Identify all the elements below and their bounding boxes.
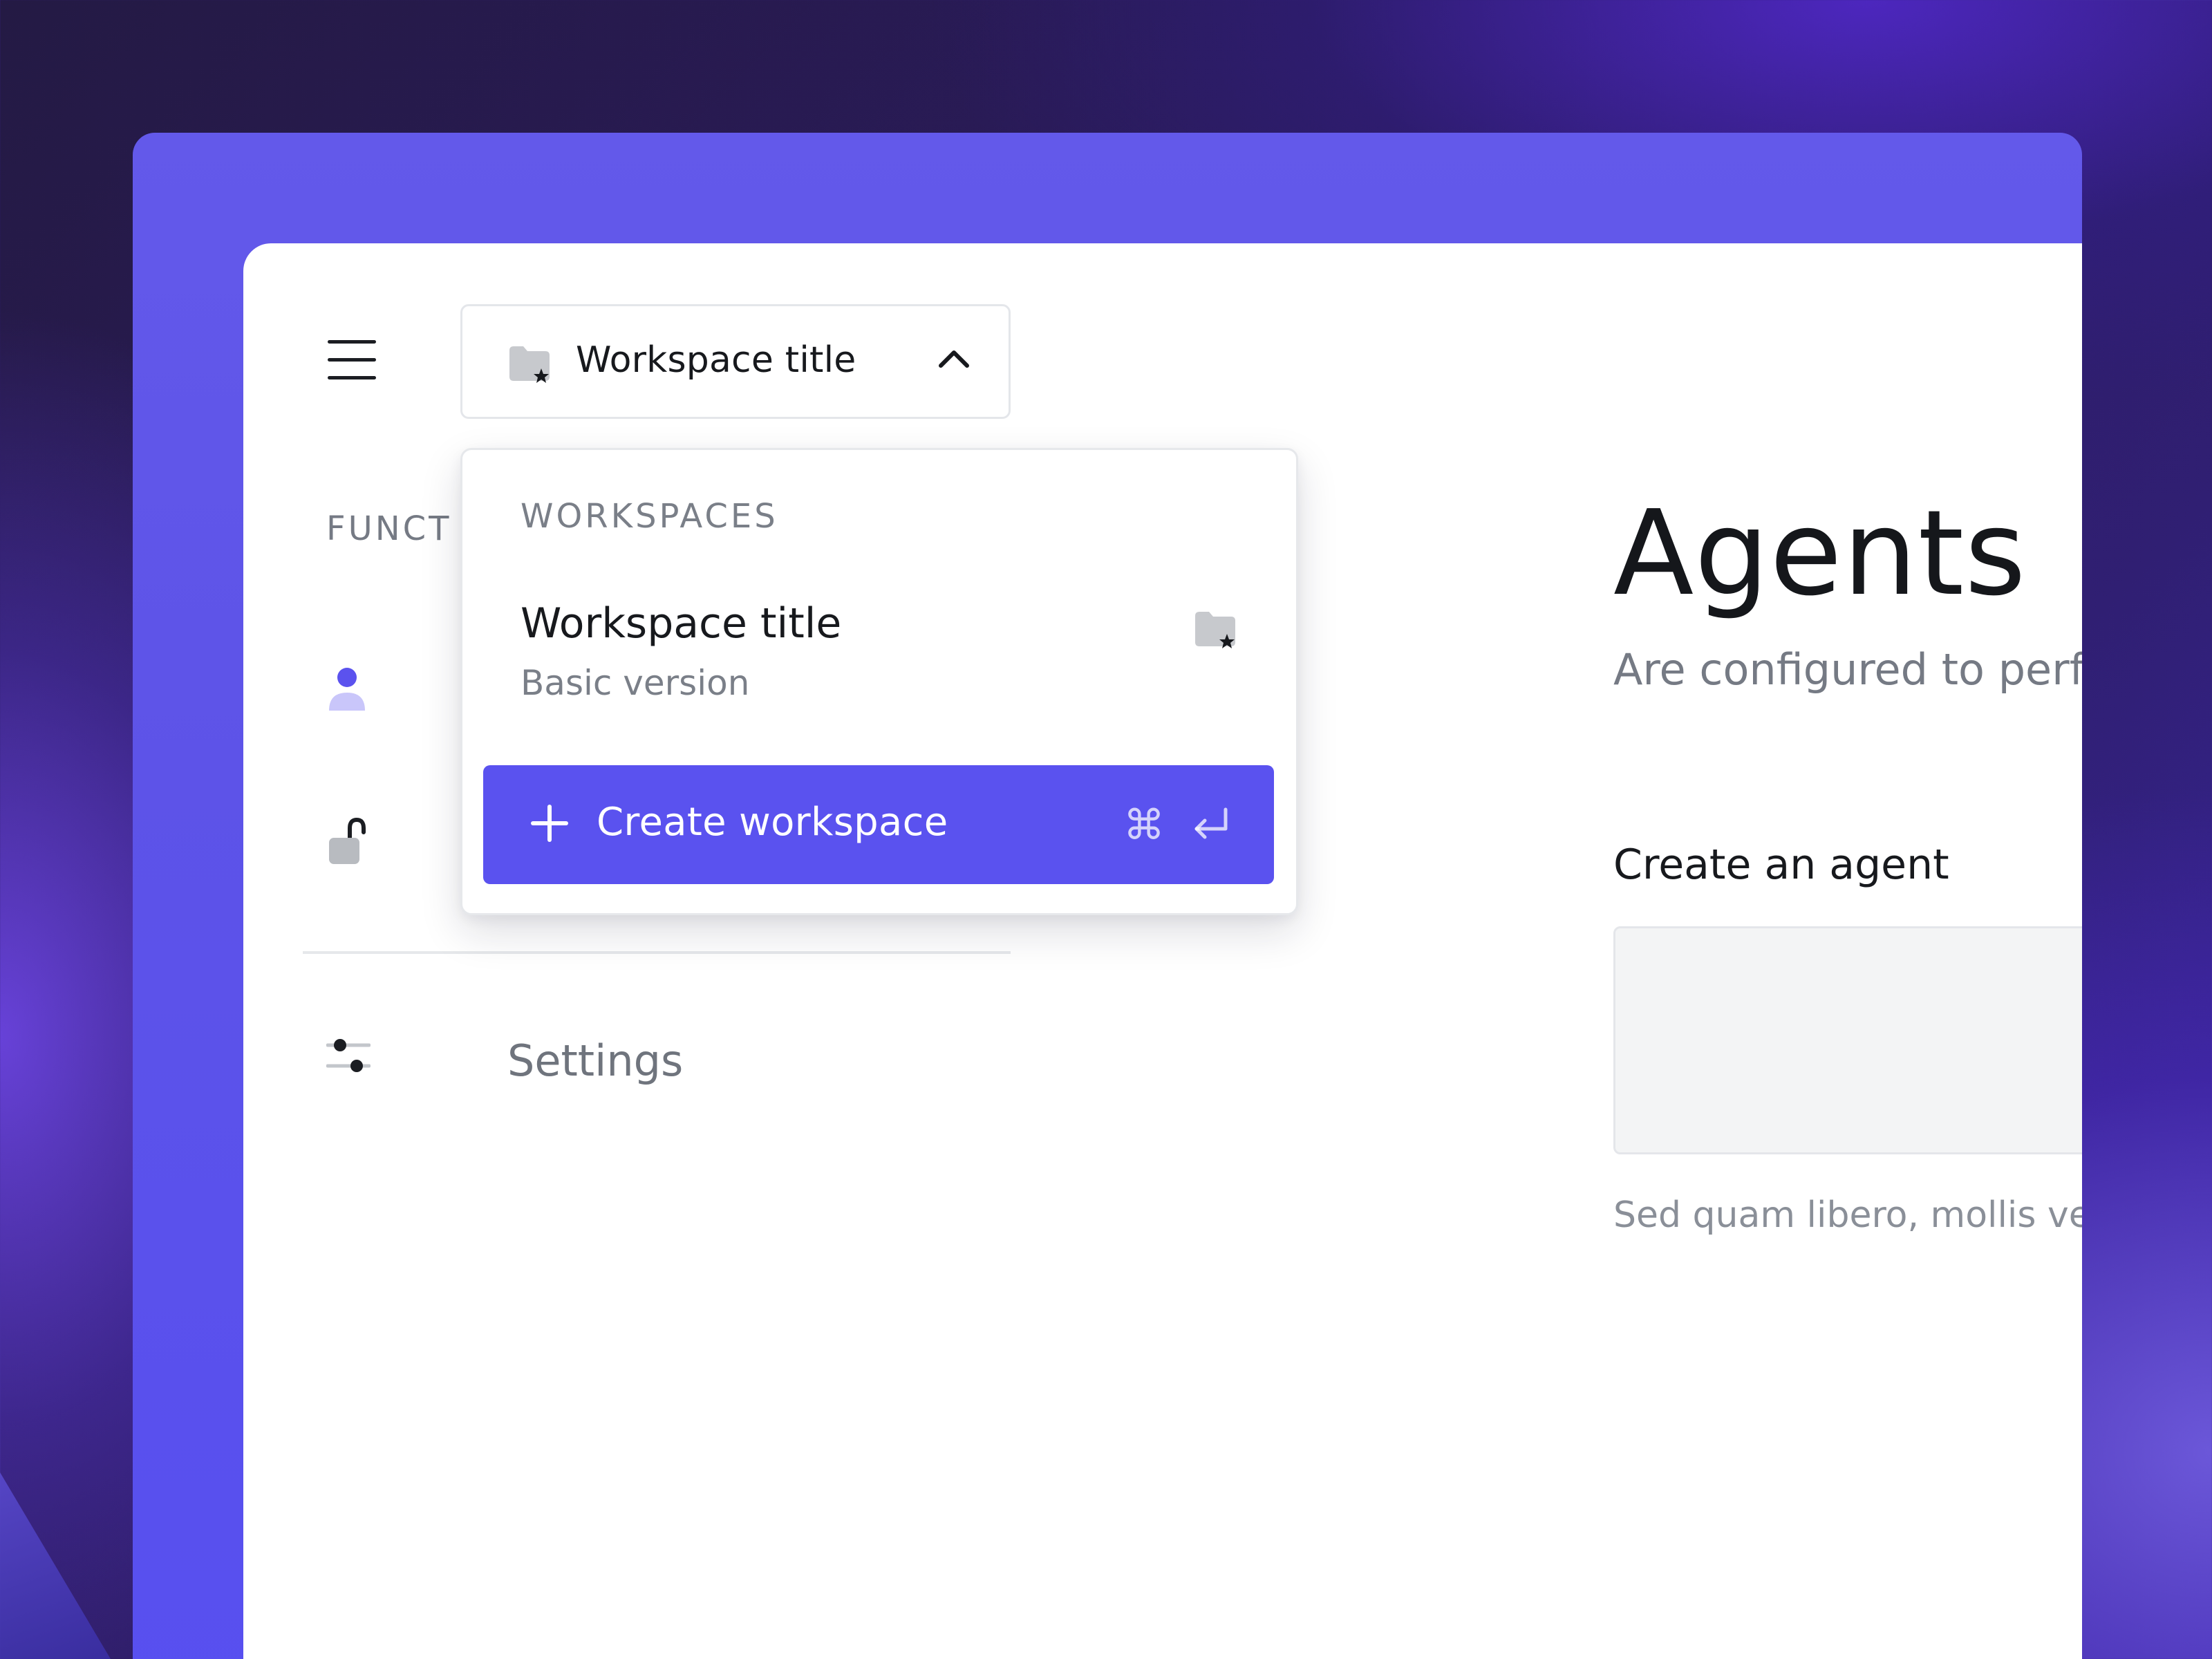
folder-star-icon — [508, 345, 552, 388]
sliders-icon — [326, 1035, 375, 1084]
user-icon — [326, 665, 375, 713]
sidebar-section-label: FUNCT — [326, 509, 452, 548]
folder-star-icon — [1194, 610, 1238, 653]
command-key-icon: ⌘ — [1123, 801, 1165, 850]
hamburger-icon[interactable] — [328, 339, 376, 380]
unlock-icon — [326, 817, 375, 865]
chevron-up-icon — [938, 348, 970, 371]
page-subtitle: Are configured to perfor — [1613, 644, 2082, 695]
app-window: Workspace title FUNCT Ag Ke — [243, 243, 2082, 1659]
workspace-title: Workspace title — [576, 339, 856, 381]
sidebar-divider — [303, 951, 1011, 954]
sidebar-item-settings[interactable]: Settings — [326, 1022, 879, 1091]
create-agent-heading: Create an agent — [1613, 841, 1949, 889]
create-workspace-label: Create workspace — [597, 800, 948, 845]
workspace-option[interactable]: Workspace title Basic version — [462, 588, 1296, 727]
workspace-option-name: Workspace title — [521, 599, 842, 648]
enter-icon — [1192, 807, 1230, 844]
helper-text: Sed quam libero, mollis vel f — [1613, 1194, 2082, 1236]
create-workspace-button[interactable]: Create workspace ⌘ — [483, 765, 1274, 884]
background-shape — [0, 1472, 111, 1659]
agent-input[interactable] — [1613, 926, 2082, 1154]
sidebar-item-label: Settings — [507, 1035, 684, 1086]
workspace-dropdown: WORKSPACES Workspace title Basic version… — [460, 448, 1298, 915]
dropdown-header: WORKSPACES — [521, 497, 778, 536]
plus-icon — [530, 804, 569, 845]
page-title: Agents — [1613, 485, 2027, 622]
workspace-switcher-button[interactable]: Workspace title — [460, 304, 1011, 419]
workspace-option-subtitle: Basic version — [521, 663, 750, 703]
